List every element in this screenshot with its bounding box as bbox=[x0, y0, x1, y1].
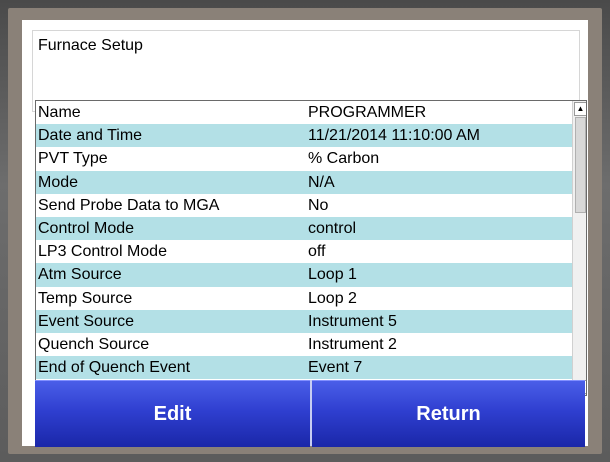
row-value: PROGRAMMER bbox=[308, 104, 427, 121]
row-key: Send Probe Data to MGA bbox=[38, 196, 220, 214]
table-row[interactable]: Atm Source Loop 1 bbox=[36, 263, 572, 287]
row-key: PVT Type bbox=[38, 150, 108, 168]
arrow-up-icon[interactable]: ▲ bbox=[574, 102, 586, 116]
row-value: N/A bbox=[308, 173, 335, 191]
row-key: Quench Source bbox=[38, 335, 150, 353]
table-row[interactable]: Control Mode control bbox=[36, 216, 572, 241]
row-key: Control Mode bbox=[38, 219, 135, 237]
row-value: 11/21/2014 11:10:00 AM bbox=[308, 127, 480, 145]
row-value: Loop 2 bbox=[308, 289, 357, 307]
row-key: Date and Time bbox=[38, 127, 143, 145]
table-row[interactable]: Temp Source Loop 2 bbox=[36, 287, 572, 310]
row-key: Temp Source bbox=[38, 289, 133, 307]
settings-list[interactable]: Name PROGRAMMER Date and Time 11/21/2014… bbox=[35, 100, 587, 396]
row-value: Event 7 bbox=[308, 359, 363, 377]
row-key: LP3 Control Mode bbox=[38, 243, 167, 261]
table-row[interactable]: Quench Source Instrument 2 bbox=[36, 333, 572, 356]
table-row[interactable]: Name PROGRAMMER bbox=[36, 101, 572, 124]
table-row[interactable]: Event Source Instrument 5 bbox=[36, 309, 572, 333]
row-key: Event Source bbox=[38, 312, 135, 330]
return-button[interactable]: Return bbox=[312, 380, 585, 447]
table-row[interactable]: PVT Type % Carbon bbox=[36, 147, 572, 170]
row-key: Name bbox=[38, 104, 81, 121]
vertical-scrollbar[interactable]: ▲ ▼ bbox=[572, 101, 586, 395]
row-value: Loop 1 bbox=[308, 266, 357, 284]
scrollbar-thumb[interactable] bbox=[575, 117, 586, 213]
row-value: Instrument 2 bbox=[308, 335, 397, 353]
touch-screen: Furnace Setup Name PROGRAMMER Date and T… bbox=[22, 20, 588, 447]
row-value: off bbox=[308, 243, 326, 261]
edit-button[interactable]: Edit bbox=[35, 380, 310, 447]
row-value: control bbox=[308, 219, 357, 237]
table-row[interactable]: Mode N/A bbox=[36, 170, 572, 194]
row-value: No bbox=[308, 196, 329, 214]
row-value: % Carbon bbox=[308, 150, 380, 168]
table-row[interactable]: End of Quench Event Event 7 bbox=[36, 356, 572, 380]
table-row[interactable]: Send Probe Data to MGA No bbox=[36, 194, 572, 217]
page-title: Furnace Setup bbox=[38, 37, 143, 54]
table-row[interactable]: Date and Time 11/21/2014 11:10:00 AM bbox=[36, 124, 572, 148]
row-value: Instrument 5 bbox=[308, 312, 397, 330]
row-key: Atm Source bbox=[38, 266, 122, 284]
table-row[interactable]: LP3 Control Mode off bbox=[36, 240, 572, 263]
row-key: End of Quench Event bbox=[38, 359, 191, 377]
row-key: Mode bbox=[38, 173, 79, 191]
settings-rows: Name PROGRAMMER Date and Time 11/21/2014… bbox=[36, 101, 572, 380]
